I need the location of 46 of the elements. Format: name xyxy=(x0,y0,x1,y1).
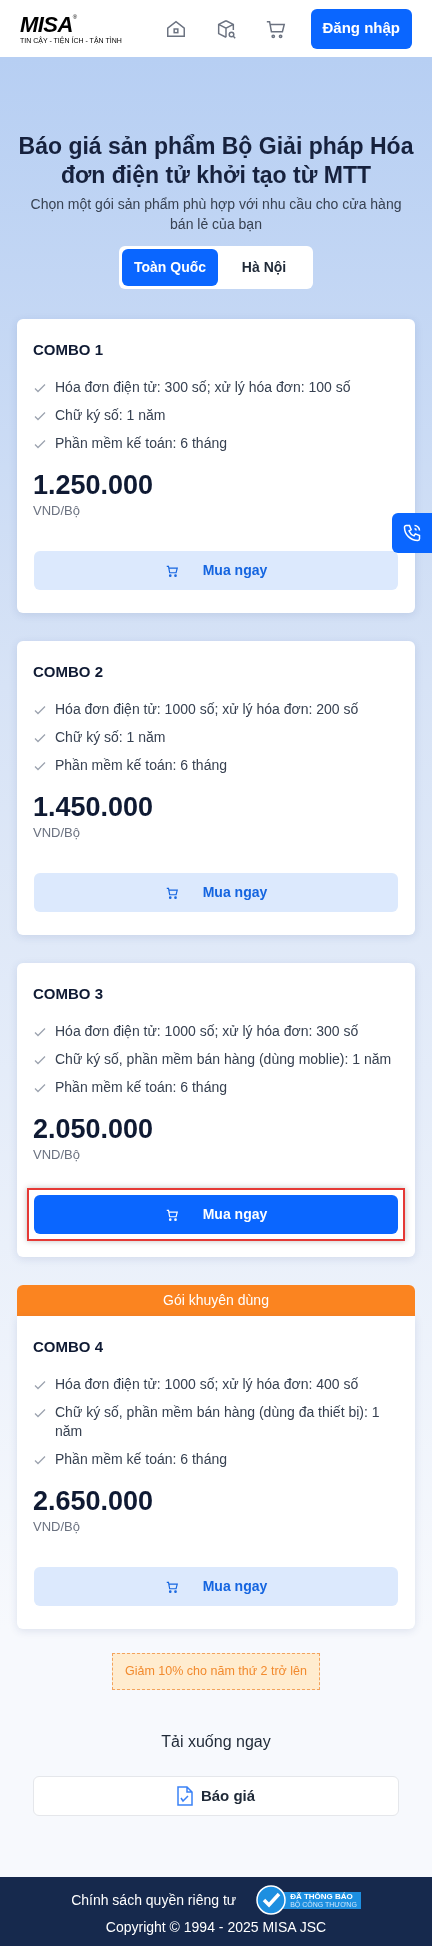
call-button[interactable] xyxy=(392,513,432,553)
price-unit: VND/Bộ xyxy=(33,823,81,842)
feature-text: Phần mềm kế toán: 6 tháng xyxy=(55,433,227,453)
feature-text: Chữ ký số, phần mềm bán hàng (dùng moblie): 1 năm xyxy=(55,1049,392,1069)
phone-icon xyxy=(402,523,422,543)
cart-icon xyxy=(164,1579,179,1594)
copyright-text: Copyright © 1994 - 2025 MISA JSC xyxy=(105,1918,327,1937)
login-button[interactable]: Đăng nhập xyxy=(310,8,412,49)
privacy-policy-link[interactable]: Chính sách quyền riêng tư xyxy=(71,1889,237,1911)
plan-price: 1.250.000 xyxy=(33,468,155,501)
cart-icon xyxy=(164,885,179,900)
document-icon xyxy=(176,1785,193,1806)
feature-text: Chữ ký số: 1 năm xyxy=(55,405,166,425)
cart-icon xyxy=(164,1207,179,1222)
plan-price: 1.450.000 xyxy=(33,790,155,823)
discount-badge: Giảm 10% cho năm thứ 2 trở lên xyxy=(112,1653,320,1690)
feature-text: Hóa đơn điện tử: 1000 số; xử lý hóa đơn: 300 số xyxy=(55,1021,359,1041)
recommended-ribbon: Gói khuyên dùng xyxy=(17,1285,415,1316)
plan-name: COMBO 1 xyxy=(33,340,104,360)
buy-button[interactable]: Mua ngay xyxy=(34,1195,398,1234)
plan-name: COMBO 4 xyxy=(33,1337,104,1357)
buy-button[interactable]: Mua ngay xyxy=(34,1567,398,1606)
buy-button[interactable]: Mua ngay xyxy=(34,873,398,912)
page-title: Báo giá sản phẩm Bộ Giải pháp Hóa đơn điện tử khởi tạo từ MTT xyxy=(17,132,415,190)
price-unit: VND/Bộ xyxy=(33,1145,81,1164)
plan-price: 2.050.000 xyxy=(33,1112,155,1145)
quote-download-button[interactable]: Báo giá xyxy=(33,1775,399,1816)
feature-text: Phần mềm kế toán: 6 tháng xyxy=(55,755,227,775)
feature-text: Phần mềm kế toán: 6 tháng xyxy=(55,1449,227,1469)
plan-price: 2.650.000 xyxy=(33,1484,155,1517)
plan-name: COMBO 2 xyxy=(33,662,104,682)
download-title: Tải xuống ngay xyxy=(161,1731,271,1752)
feature-text: Hóa đơn điện tử: 1000 số; xử lý hóa đơn: 400 số xyxy=(55,1374,359,1394)
cart-icon xyxy=(164,563,179,578)
feature-text: Chữ ký số, phần mềm bán hàng (dùng đa thiết bị): 1 năm xyxy=(55,1402,381,1441)
price-unit: VND/Bộ xyxy=(33,501,81,520)
feature-text: Chữ ký số: 1 năm xyxy=(55,727,166,747)
feature-text: Hóa đơn điện tử: 300 số; xử lý hóa đơn: 100 số xyxy=(55,377,351,397)
region-tab[interactable]: Hà Nội xyxy=(218,249,311,286)
price-unit: VND/Bộ xyxy=(33,1517,81,1536)
plan-name: COMBO 3 xyxy=(33,984,104,1004)
feature-text: Hóa đơn điện tử: 1000 số; xử lý hóa đơn: 200 số xyxy=(55,699,359,719)
buy-button[interactable]: Mua ngay xyxy=(34,551,398,590)
region-tab[interactable]: Toàn Quốc xyxy=(121,249,219,286)
page-subtitle: Chọn một gói sản phẩm phù hợp với nhu cầu cho cửa hàng bán lẻ của bạn xyxy=(29,195,403,234)
feature-text: Phần mềm kế toán: 6 tháng xyxy=(55,1077,227,1097)
